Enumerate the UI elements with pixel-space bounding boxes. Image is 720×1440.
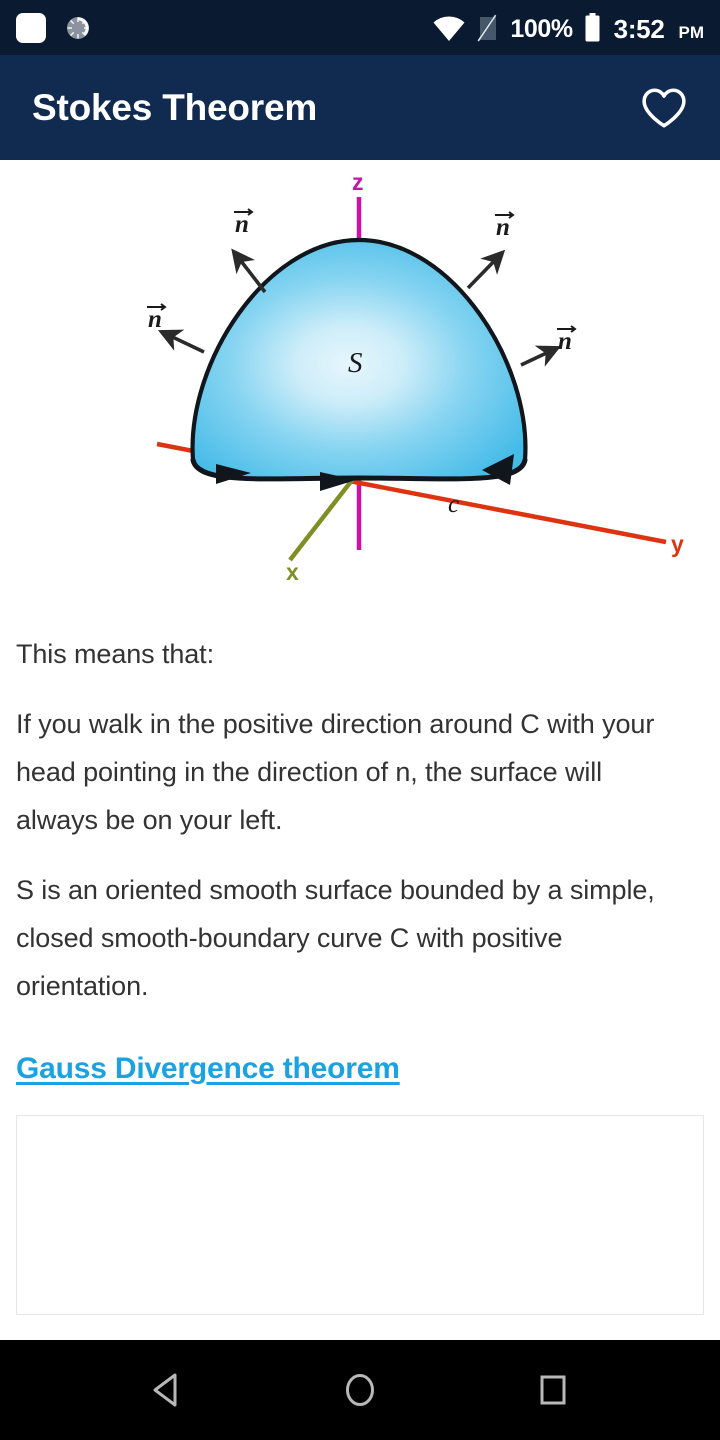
phone-screen: 100% 3:52 PM Stokes Theorem z y x c S n …: [0, 0, 720, 1440]
sync-spinner-icon: [64, 14, 92, 42]
related-link-row: Gauss Divergence theorem: [0, 1052, 720, 1086]
z-axis-label: z: [352, 169, 364, 195]
circle-icon: [343, 1372, 377, 1408]
ad-placeholder-card[interactable]: [16, 1115, 704, 1315]
status-bar-left-icons: [16, 12, 92, 43]
svg-text:n: n: [558, 328, 572, 355]
clock-ampm-label: PM: [678, 23, 705, 42]
svg-text:n: n: [235, 211, 249, 238]
paragraph-walk-direction: If you walk in the positive direction ar…: [16, 709, 655, 835]
android-navigation-bar: [0, 1340, 720, 1440]
clock-label: 3:52: [613, 14, 665, 44]
x-axis-label: x: [286, 559, 299, 585]
triangle-left-icon: [150, 1372, 184, 1408]
article-content: z y x c S n n n n This means that: If yo…: [0, 160, 720, 1340]
home-button[interactable]: [315, 1345, 405, 1435]
gauss-divergence-theorem-link[interactable]: Gauss Divergence theorem: [16, 1052, 400, 1086]
wifi-icon: [432, 16, 466, 42]
battery-percent-label: 100%: [510, 15, 573, 43]
page-title: Stokes Theorem: [32, 87, 318, 128]
y-axis-label: y: [671, 531, 684, 557]
stokes-theorem-diagram: z y x c S n n n n: [0, 160, 720, 610]
recents-button[interactable]: [508, 1345, 598, 1435]
surface-label-s: S: [348, 347, 363, 379]
status-bar: 100% 3:52 PM: [0, 0, 720, 55]
favorite-button[interactable]: [636, 80, 692, 136]
paragraph-surface-definition: S is an oriented smooth surface bounded …: [16, 875, 655, 1001]
battery-full-icon: [584, 13, 601, 42]
status-bar-right-icons: 100% 3:52 PM: [432, 13, 704, 42]
heart-outline-icon: [641, 87, 687, 129]
paragraph-intro: This means that:: [16, 639, 214, 669]
svg-text:n: n: [496, 214, 510, 241]
app-notification-icon: [16, 12, 46, 43]
no-sim-icon: [477, 14, 499, 42]
svg-text:n: n: [148, 306, 162, 333]
app-bar: Stokes Theorem: [0, 55, 720, 160]
curve-label-c: c: [448, 491, 459, 518]
square-icon: [536, 1372, 570, 1408]
back-button[interactable]: [122, 1345, 212, 1435]
